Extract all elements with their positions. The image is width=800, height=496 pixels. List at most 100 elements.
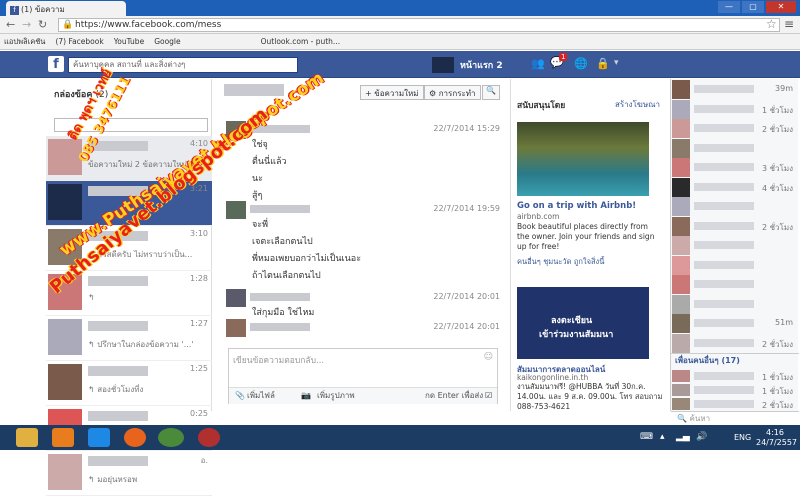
clock-time[interactable]: 4:16 xyxy=(766,428,784,437)
bookmark-youtube[interactable]: YouTube xyxy=(114,34,145,49)
reply-input[interactable]: เขียนข้อความตอบกลับ... xyxy=(233,353,324,367)
chat-contact-row[interactable]: 2 ชั่วโมง xyxy=(671,333,799,354)
thread-preview: ↰ มอยุ่นหรอพ xyxy=(88,475,138,484)
more-friends-header: เพื่อนคนอื่นๆ (17) xyxy=(671,353,799,367)
chat-contact-row[interactable] xyxy=(671,274,799,295)
address-bar-row: ← → ↻ 🔒 https://www.facebook.com/mess ☆ ≡ xyxy=(0,16,800,34)
chat-contact-row[interactable]: 2 ชั่วโมง xyxy=(671,118,799,139)
internet-explorer-icon[interactable] xyxy=(88,428,110,447)
search-icon: 🔍 xyxy=(677,414,687,423)
chat-contact-row[interactable]: 39m xyxy=(671,79,799,100)
contact-name xyxy=(694,372,754,380)
thread-row[interactable]: อ. ↰ มอยุ่นหรอพ xyxy=(46,451,212,496)
chat-contact-row[interactable]: 1 ชั่วโมง xyxy=(671,99,799,120)
network-icon[interactable]: ▂▄ xyxy=(676,432,690,442)
forward-icon[interactable]: → xyxy=(22,18,31,31)
contact-status: 2 ชั่วโมง xyxy=(761,339,793,349)
message-line: นะ xyxy=(252,174,263,184)
chat-contact-row[interactable]: 2 ชั่วโมง xyxy=(671,216,799,237)
facebook-favicon-icon: f xyxy=(10,6,19,15)
chat-contact-row[interactable]: 1 ชั่วโมง xyxy=(671,383,799,397)
bookmark-facebook[interactable]: (7) Facebook xyxy=(55,34,103,49)
chat-contact-row[interactable] xyxy=(671,235,799,256)
friends-icon[interactable]: 👥 xyxy=(531,57,545,70)
menu-icon[interactable]: ≡ xyxy=(784,17,794,31)
app-icon[interactable] xyxy=(198,428,220,447)
keyboard-icon[interactable]: ⌨ xyxy=(640,432,653,442)
home-link[interactable]: หน้าแรก 2 xyxy=(460,58,503,72)
globe-icon[interactable]: 🌐 xyxy=(574,57,588,70)
chat-contact-row[interactable] xyxy=(671,196,799,217)
back-icon[interactable]: ← xyxy=(6,18,15,31)
language-indicator[interactable]: ENG xyxy=(734,433,751,442)
contact-name xyxy=(694,386,754,394)
chat-contact-row[interactable] xyxy=(671,138,799,159)
chat-search-input[interactable]: 🔍 ค้นหา xyxy=(671,411,799,425)
bookmark-apps[interactable]: แอปพลิเคชัน xyxy=(4,34,45,49)
bookmark-google[interactable]: Google xyxy=(154,34,180,49)
volume-icon[interactable]: 🔊 xyxy=(696,432,707,442)
ads-panel: สนับสนุนโดย สร้างโฆษณา Go on a trip with… xyxy=(510,79,668,411)
chat-contact-row[interactable]: 2 ชั่วโมง xyxy=(671,397,799,411)
message-timestamp: 22/7/2014 19:59 xyxy=(433,204,500,213)
contact-name xyxy=(694,319,754,327)
add-file-button[interactable]: เพิ่มไฟล์ xyxy=(247,388,275,404)
chat-contact-row[interactable]: 1 ชั่วโมง xyxy=(671,369,799,383)
sender-name xyxy=(250,205,310,213)
facebook-logo-icon[interactable]: f xyxy=(48,56,64,72)
new-message-button[interactable]: + ข้อความใหม่ xyxy=(365,87,419,98)
url-field[interactable]: 🔒 https://www.facebook.com/mess xyxy=(58,18,780,32)
contact-status: 4 ชั่วโมง xyxy=(761,183,793,193)
airbnb-ad-image[interactable] xyxy=(517,122,649,196)
sender-name xyxy=(250,323,310,331)
avatar xyxy=(672,384,690,396)
seminar-ad-image[interactable]: ลงตะเชียน เข้าร่วมงานสัมมนา xyxy=(517,287,649,359)
close-button[interactable]: ✕ xyxy=(766,1,796,13)
notification-badge: 1 xyxy=(559,53,568,61)
enter-to-send-checkbox[interactable]: ☑ xyxy=(485,388,492,404)
bookmark-outlook[interactable]: Outlook.com - puth... xyxy=(261,34,340,49)
message-line: ใช่จุ xyxy=(252,140,268,150)
chat-contact-row[interactable]: 4 ชั่วโมง xyxy=(671,177,799,198)
chat-contact-row[interactable]: 51m xyxy=(671,313,799,334)
minimize-button[interactable]: — xyxy=(718,1,740,13)
star-icon[interactable]: ☆ xyxy=(766,17,777,31)
firefox-icon[interactable] xyxy=(124,428,146,447)
emoji-icon[interactable]: ☺ xyxy=(484,352,493,362)
add-photo-button[interactable]: เพิ่มรูปภาพ xyxy=(317,388,355,404)
reply-box[interactable]: เขียนข้อความตอบกลับ... ☺ 📎 เพิ่มไฟล์ 📷 เ… xyxy=(228,348,498,404)
ad1-title[interactable]: Go on a trip with Airbnb! xyxy=(517,201,636,211)
chevron-down-icon[interactable]: ▾ xyxy=(614,58,619,68)
chrome-icon[interactable] xyxy=(158,428,184,447)
thread-name xyxy=(88,321,148,331)
file-explorer-icon[interactable] xyxy=(16,428,38,447)
avatar xyxy=(672,398,690,410)
paperclip-icon[interactable]: 📎 xyxy=(235,388,245,404)
search-icon[interactable]: 🔍 xyxy=(482,85,500,100)
tray-chevron-icon[interactable]: ▴ xyxy=(660,432,665,442)
message-timestamp: 22/7/2014 20:01 xyxy=(433,292,500,301)
avatar xyxy=(672,294,690,314)
actions-button[interactable]: ⚙ การกระทำ xyxy=(424,85,481,100)
maximize-button[interactable]: ▢ xyxy=(742,1,764,13)
lock-settings-icon[interactable]: 🔒 xyxy=(596,57,610,70)
message-line: ใส่กุมมือ ใช่ไหม xyxy=(252,308,315,318)
paint-icon[interactable] xyxy=(52,428,74,447)
thread-row[interactable]: 1:25 ↰ สองชั่วโมงที่ง xyxy=(46,361,212,406)
sender-name xyxy=(250,293,310,301)
chat-contact-row[interactable] xyxy=(671,294,799,315)
clock-date[interactable]: 24/7/2557 xyxy=(756,438,797,447)
chat-contact-row[interactable]: 3 ชั่วโมง xyxy=(671,157,799,178)
browser-tab[interactable]: f (1) ข้อความ xyxy=(6,1,126,16)
camera-icon[interactable]: 📷 xyxy=(301,388,311,404)
ad1-likes[interactable]: คนอื่นๆ ชุมนะวัด ถูกใจสิ่งนี้ xyxy=(517,256,604,268)
create-ad-link[interactable]: สร้างโฆษณา xyxy=(615,98,660,111)
avatar[interactable] xyxy=(432,57,454,73)
contact-status: 1 ชั่วโมง xyxy=(761,105,793,115)
chat-contact-row[interactable] xyxy=(671,255,799,276)
thread-row[interactable]: 1:27 ↰ ปรึกษาในกล่องข้อความ '...' xyxy=(46,316,212,361)
avatar xyxy=(48,454,82,490)
ad1-domain: airbnb.com xyxy=(517,212,560,221)
reload-icon[interactable]: ↻ xyxy=(38,18,47,31)
avatar xyxy=(672,255,690,275)
